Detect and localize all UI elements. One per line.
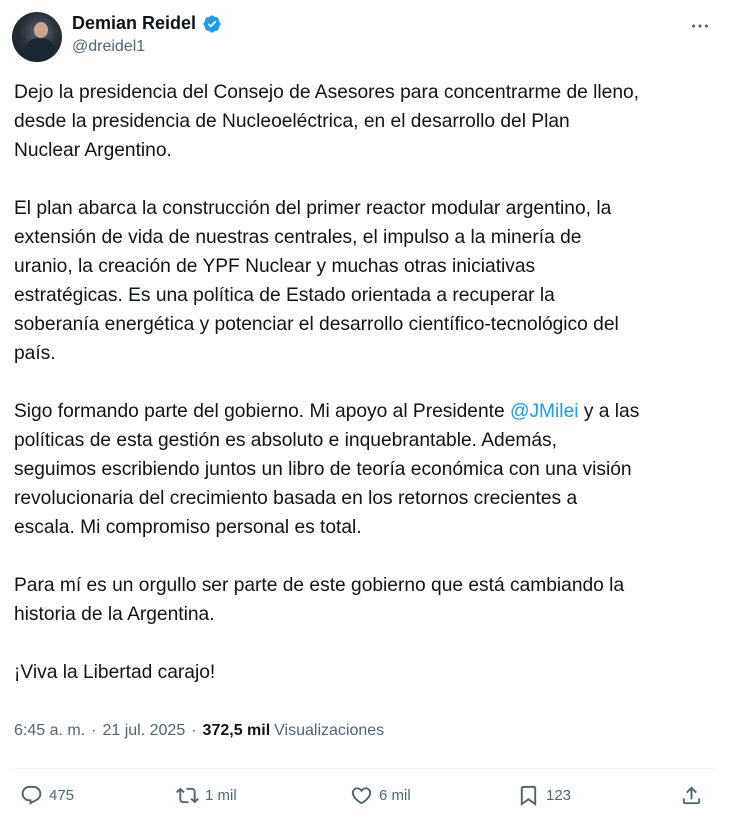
- views-label: Visualizaciones: [274, 722, 385, 739]
- repost-button[interactable]: 1 mil: [176, 784, 237, 807]
- meta-separator: ·: [91, 722, 97, 739]
- tweet-paragraph: ¡Viva la Libertad carajo!: [14, 662, 216, 683]
- views-count: 372,5 mil: [202, 722, 271, 739]
- tweet-paragraph: Para mí es un orgullo ser parte de este …: [14, 575, 625, 625]
- reply-button[interactable]: 475: [20, 784, 74, 807]
- verified-badge-icon: [203, 14, 221, 33]
- bookmark-button[interactable]: 123: [517, 784, 571, 807]
- avatar-head: [34, 22, 48, 38]
- tweet-time[interactable]: 6:45 a. m.: [14, 722, 85, 740]
- author-display-name[interactable]: Demian Reidel: [72, 13, 196, 34]
- reply-count: 475: [49, 787, 75, 804]
- like-count: 6 mil: [379, 787, 411, 804]
- bookmark-icon: [520, 785, 537, 806]
- tweet-date[interactable]: 21 jul. 2025: [102, 722, 185, 740]
- like-button[interactable]: 6 mil: [350, 784, 411, 807]
- meta-separator: ·: [191, 722, 197, 739]
- author-handle[interactable]: @dreidel1: [72, 38, 145, 56]
- repost-arrows-icon: [176, 787, 199, 804]
- tweet-paragraph: Sigo formando parte del gobierno. Mi apo…: [14, 397, 714, 542]
- tweet-paragraph: El plan abarca la construcción del prime…: [14, 198, 619, 364]
- more-options-button[interactable]: [686, 14, 714, 38]
- more-horizontal-icon: [692, 24, 708, 28]
- divider: [14, 768, 716, 769]
- reply-bubble-icon: [21, 785, 42, 805]
- avatar[interactable]: [12, 12, 62, 62]
- share-upload-icon: [682, 786, 701, 805]
- author-name-row: Demian Reidel: [72, 13, 222, 34]
- share-button[interactable]: [680, 784, 703, 807]
- bookmark-count: 123: [546, 787, 572, 804]
- action-bar: 475 1 mil 6 mil 123: [14, 784, 716, 814]
- tweet-paragraph: Dejo la presidencia del Consejo de Aseso…: [14, 82, 640, 161]
- tweet-text: Dejo la presidencia del Consejo de Aseso…: [14, 78, 714, 687]
- repost-count: 1 mil: [205, 787, 237, 804]
- tweet-meta: 6:45 a. m. · 21 jul. 2025 · 372,5 mil Vi…: [14, 722, 384, 740]
- mention-link[interactable]: @JMilei: [510, 401, 579, 422]
- heart-icon: [351, 787, 372, 805]
- avatar-body: [24, 38, 56, 62]
- tweet-text-segment: Sigo formando parte del gobierno. Mi apo…: [14, 401, 510, 422]
